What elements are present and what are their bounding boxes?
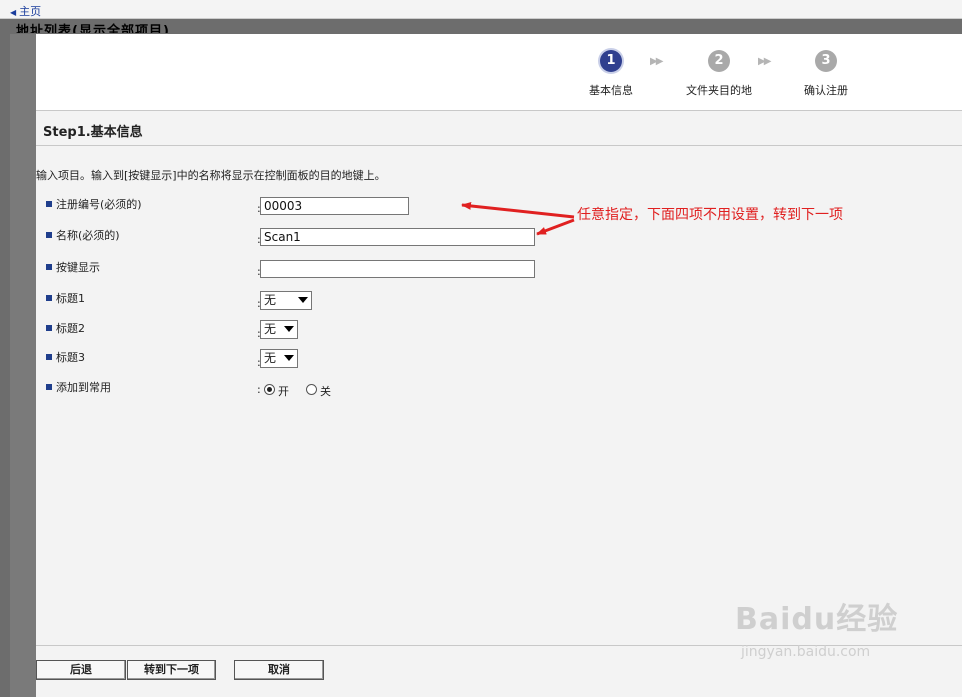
back-arrow-icon: ◀ xyxy=(10,8,17,17)
title3-label-text: 标题3 xyxy=(56,351,85,364)
watermark-sub: jingyan.baidu.com xyxy=(741,644,871,660)
radio-on[interactable] xyxy=(264,384,275,395)
cancel-button[interactable]: 取消 xyxy=(234,660,324,680)
next-button[interactable]: 转到下一项 xyxy=(127,660,216,680)
radio-off-label[interactable]: 关 xyxy=(320,383,331,399)
radio-off[interactable] xyxy=(306,384,317,395)
square-bullet-icon xyxy=(46,354,52,360)
square-bullet-icon xyxy=(46,325,52,331)
add-to-frequent-label: 添加到常用 xyxy=(46,379,111,395)
title2-select[interactable]: 无 xyxy=(260,320,298,339)
colon: : xyxy=(257,383,261,396)
back-button[interactable]: 后退 xyxy=(36,660,126,680)
annotation-arrows xyxy=(461,201,575,236)
radio-on-label[interactable]: 开 xyxy=(278,383,289,399)
background-page-title: 地址列表(显示全部项目) xyxy=(16,24,170,33)
title2-label: 标题2 xyxy=(46,320,85,336)
title3-label: 标题3 xyxy=(46,349,85,365)
title3-select[interactable]: 无 xyxy=(260,349,298,368)
chevron-down-icon xyxy=(284,355,294,361)
background-panel xyxy=(10,34,36,697)
home-link-label: 主页 xyxy=(19,5,42,18)
baidu-watermark: Baidu经验 jingyan.baidu.com xyxy=(735,594,898,660)
chevron-down-icon xyxy=(284,326,294,332)
title3-select-value: 无 xyxy=(264,351,277,365)
home-link[interactable]: ◀ 主页 xyxy=(10,3,41,19)
title2-select-value: 无 xyxy=(264,322,277,336)
annotation-note: 任意指定，下面四项不用设置，转到下一项 xyxy=(577,207,843,223)
square-bullet-icon xyxy=(46,384,52,390)
top-nav-bar: ◀ 主页 xyxy=(0,0,962,19)
watermark-main: Baidu经验 xyxy=(735,602,899,637)
arrow-to-name xyxy=(536,218,575,236)
title2-label-text: 标题2 xyxy=(56,322,85,335)
add-to-frequent-label-text: 添加到常用 xyxy=(56,381,111,394)
arrow-to-reg-no xyxy=(461,201,575,219)
